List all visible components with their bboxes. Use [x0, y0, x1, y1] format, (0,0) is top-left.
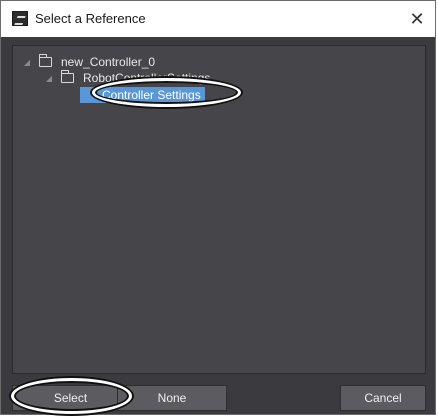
expand-arrow-icon[interactable]: ◢ — [23, 58, 31, 67]
folder-icon — [39, 54, 52, 67]
dialog-title: Select a Reference — [35, 11, 146, 26]
tree-item-label: RobotControllerSettings — [83, 71, 211, 85]
tree-item-robot-controller-settings[interactable]: ◢ RobotControllerSettings — [45, 69, 210, 87]
cancel-button-label: Cancel — [364, 391, 402, 405]
none-button-label: None — [157, 391, 187, 405]
folder-icon — [61, 70, 74, 83]
app-icon — [12, 11, 28, 26]
select-button[interactable]: Select — [12, 385, 129, 411]
close-icon[interactable]: ✕ — [405, 7, 429, 31]
title-bar: Select a Reference ✕ — [1, 1, 435, 37]
none-button[interactable]: None — [117, 385, 227, 411]
reference-tree[interactable]: ◢ new_Controller_0 ◢ RobotControllerSett… — [12, 45, 426, 374]
tree-item-label: Controller Settings — [80, 87, 205, 103]
expand-arrow-icon[interactable]: ◢ — [45, 74, 53, 83]
cancel-button[interactable]: Cancel — [340, 385, 426, 411]
tree-item-label: new_Controller_0 — [61, 55, 156, 69]
tree-item-controller-settings[interactable]: Controller Settings — [80, 86, 205, 104]
select-reference-dialog: Select a Reference ✕ ◢ new_Controller_0 … — [0, 0, 436, 415]
select-button-label: Select — [53, 391, 88, 405]
